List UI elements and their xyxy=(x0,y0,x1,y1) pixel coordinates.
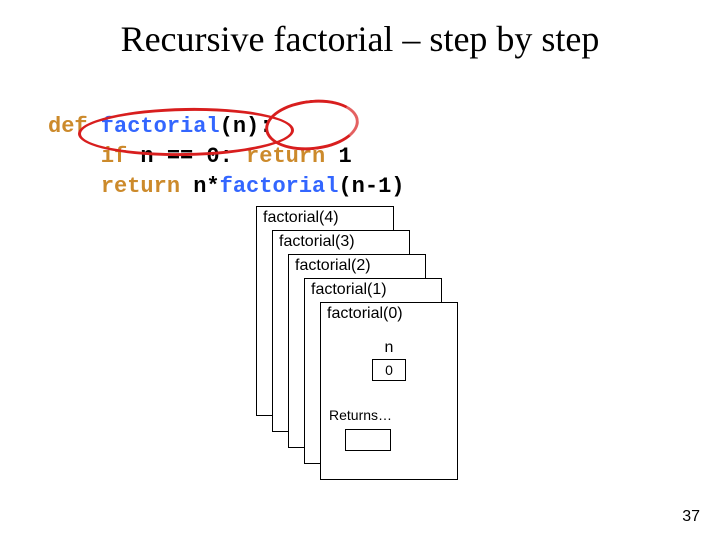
page-number: 37 xyxy=(682,508,700,526)
code-line-3: return n*factorial(n-1) xyxy=(48,174,404,199)
frame-factorial-0: factorial(0) n 0 Returns… xyxy=(320,302,458,480)
frame-label: factorial(2) xyxy=(295,257,371,275)
expr-nstar: n* xyxy=(180,174,220,199)
fn-call-args: (n-1) xyxy=(338,174,404,199)
var-row: n 0 xyxy=(321,339,457,381)
return-val-1: 1 xyxy=(325,144,351,169)
slide: Recursive factorial – step by step def f… xyxy=(0,0,720,540)
frame-label: factorial(0) xyxy=(327,305,403,323)
kw-return-2: return xyxy=(101,174,180,199)
var-value-box: 0 xyxy=(372,359,406,381)
slide-title: Recursive factorial – step by step xyxy=(0,18,720,60)
frame-label: factorial(1) xyxy=(311,281,387,299)
returns-label: Returns… xyxy=(329,407,392,423)
fn-call: factorial xyxy=(220,174,339,199)
var-name: n xyxy=(385,339,394,356)
frame-label: factorial(4) xyxy=(263,209,339,227)
call-stack: factorial(4) factorial(3) factorial(2) f… xyxy=(256,206,466,486)
frame-label: factorial(3) xyxy=(279,233,355,251)
returns-value-box xyxy=(345,429,391,451)
